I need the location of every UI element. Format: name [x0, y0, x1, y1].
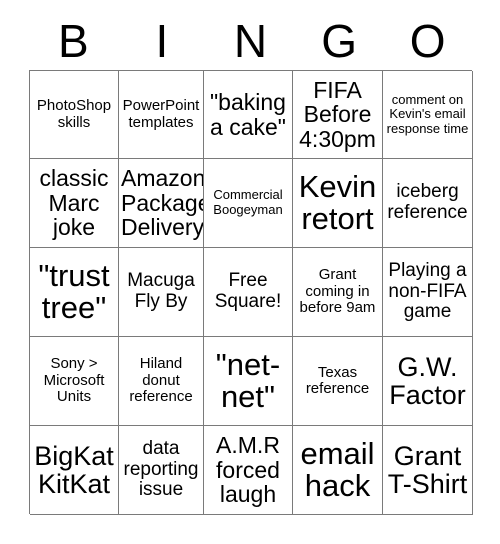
header-letter-b: B — [57, 15, 89, 67]
bingo-cell-label: Macuga Fly By — [127, 270, 195, 312]
bingo-cell-label: data reporting issue — [123, 438, 199, 501]
bingo-cell[interactable]: data reporting issue — [119, 426, 204, 515]
bingo-cell-label: BigKat KitKat — [34, 440, 114, 499]
bingo-cell[interactable]: Sony > Microsoft Units — [30, 337, 119, 426]
bingo-cell-label: "net-net" — [215, 347, 281, 414]
bingo-cell-label: Sony > Microsoft Units — [43, 355, 105, 406]
bingo-cell[interactable]: PowerPoint templates — [119, 71, 204, 159]
bingo-cell-label: FIFA Before 4:30pm — [299, 76, 376, 152]
bingo-cell-label: email hack — [300, 436, 375, 503]
bingo-cell[interactable]: "baking a cake" — [204, 71, 293, 159]
bingo-header-row: B I N G O — [29, 12, 472, 70]
bingo-cell-label: Free Square! — [214, 270, 282, 312]
bingo-cell-label: PhotoShop skills — [36, 97, 112, 131]
bingo-cell-label: Grant coming in before 9am — [299, 266, 376, 317]
bingo-cell-label: Amazon Package Delivery — [121, 165, 204, 241]
bingo-cell-label: G.W. Factor — [389, 351, 466, 410]
header-letter-g: G — [321, 15, 357, 67]
bingo-cell[interactable]: Grant coming in before 9am — [293, 248, 383, 337]
bingo-cell-label: iceberg reference — [387, 181, 468, 223]
bingo-cell[interactable]: Grant T-Shirt — [383, 426, 473, 515]
header-letter-n: N — [233, 15, 268, 67]
bingo-cell-label: "baking a cake" — [210, 89, 286, 140]
bingo-cell[interactable]: comment on Kevin's email response time — [383, 71, 473, 159]
bingo-cell[interactable]: FIFA Before 4:30pm — [293, 71, 383, 159]
bingo-cell[interactable]: A.M.R forced laugh — [204, 426, 293, 515]
bingo-cell[interactable]: Amazon Package Delivery — [119, 159, 204, 248]
header-letter-i: I — [155, 15, 169, 67]
bingo-cell-label: Commercial Boogeyman — [213, 187, 283, 217]
bingo-cell-label: Texas reference — [305, 363, 370, 397]
bingo-cell-label: classic Marc joke — [39, 165, 109, 241]
bingo-cell-label: Grant T-Shirt — [387, 440, 468, 499]
bingo-cell-label: PowerPoint templates — [122, 97, 200, 131]
bingo-cell-label: Hiland donut reference — [129, 355, 193, 406]
bingo-cell[interactable]: "net-net" — [204, 337, 293, 426]
header-letter-o: O — [409, 15, 446, 67]
bingo-cell[interactable]: Playing a non-FIFA game — [383, 248, 473, 337]
bingo-cell[interactable]: Kevin retort — [293, 159, 383, 248]
bingo-cell[interactable]: Hiland donut reference — [119, 337, 204, 426]
bingo-cell[interactable]: iceberg reference — [383, 159, 473, 248]
bingo-cell[interactable]: BigKat KitKat — [30, 426, 119, 515]
bingo-cell-label: comment on Kevin's email response time — [386, 91, 469, 136]
bingo-cell-label: Playing a non-FIFA game — [388, 260, 467, 323]
bingo-cell-label: A.M.R forced laugh — [216, 432, 280, 508]
bingo-cell[interactable]: PhotoShop skills — [30, 71, 119, 159]
bingo-cell[interactable]: classic Marc joke — [30, 159, 119, 248]
bingo-cell[interactable]: Texas reference — [293, 337, 383, 426]
bingo-cell-label: "trust tree" — [38, 258, 110, 325]
bingo-cell-free-square[interactable]: Free Square! — [204, 248, 293, 337]
bingo-cell-label: Kevin retort — [298, 169, 377, 236]
bingo-grid: PhotoShop skills PowerPoint templates "b… — [29, 70, 473, 515]
bingo-card: B I N G O PhotoShop skills PowerPoint te… — [0, 0, 500, 544]
bingo-cell[interactable]: Commercial Boogeyman — [204, 159, 293, 248]
bingo-cell[interactable]: "trust tree" — [30, 248, 119, 337]
bingo-cell[interactable]: Macuga Fly By — [119, 248, 204, 337]
bingo-cell[interactable]: email hack — [293, 426, 383, 515]
bingo-cell[interactable]: G.W. Factor — [383, 337, 473, 426]
